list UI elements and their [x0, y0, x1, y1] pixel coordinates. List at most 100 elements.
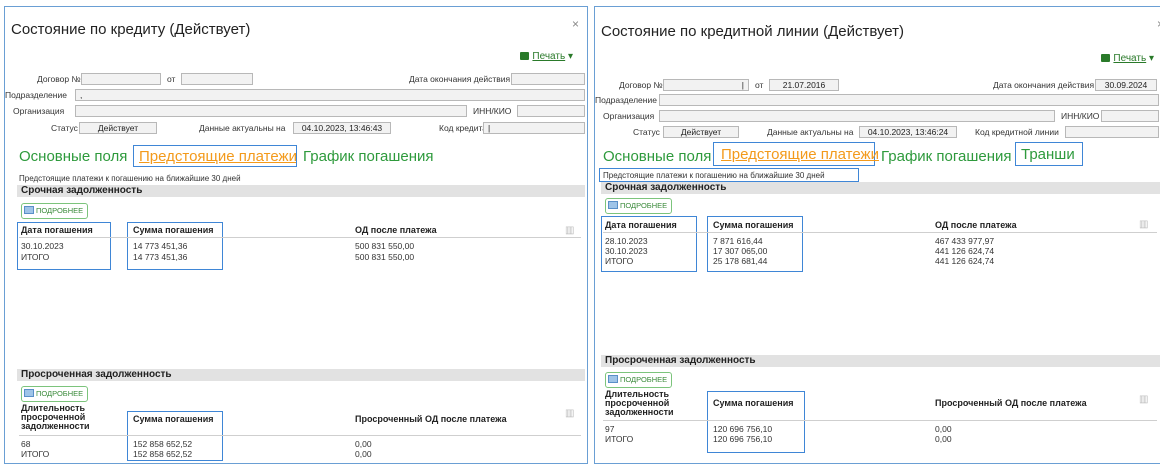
end-date-label: Дата окончания действия — [993, 80, 1095, 90]
cell-balance: 441 126 624,74 — [935, 246, 995, 256]
department-field[interactable]: , — [75, 89, 585, 101]
contract-date-label: от — [167, 74, 176, 84]
column-header-amount[interactable]: Сумма погашения — [133, 415, 214, 424]
status-label: Статус — [51, 123, 78, 133]
details-button[interactable]: ПОДРОБНЕЕ — [605, 198, 673, 214]
column-header-amount[interactable]: Сумма погашения — [713, 399, 794, 408]
cell-duration: ИТОГО — [21, 449, 50, 459]
cell-date: ИТОГО — [605, 256, 634, 266]
actual-date-label: Данные актуальны на — [199, 123, 286, 133]
credit-code-field[interactable]: | — [483, 122, 585, 134]
tab-main-fields[interactable]: Основные поля — [19, 148, 127, 165]
close-icon[interactable]: × — [572, 17, 579, 31]
cell-amount: 120 696 756,10 — [713, 424, 773, 434]
credit-status-dialog: Состояние по кредиту (Действует) × Печат… — [4, 6, 588, 464]
cell-amount: 17 307 065,00 — [713, 246, 768, 256]
column-header-amount[interactable]: Сумма погашения — [133, 226, 214, 235]
column-header-amount[interactable]: Сумма погашения — [713, 221, 794, 230]
cell-amount: 152 858 652,52 — [133, 439, 193, 449]
upcoming-note: Предстоящие платежи к погашению на ближа… — [19, 174, 241, 183]
cell-amount: 14 773 451,36 — [133, 252, 188, 262]
print-label: Печать — [1113, 53, 1147, 64]
overdue-debt-header: Просроченная задолженность — [601, 355, 1160, 367]
print-button[interactable]: Печать ▾ — [1101, 53, 1154, 64]
cell-balance: 500 831 550,00 — [355, 252, 415, 262]
cell-amount: 120 696 756,10 — [713, 434, 773, 444]
columns-icon[interactable]: ▥ — [565, 225, 574, 236]
end-date-field[interactable] — [511, 73, 585, 85]
inn-label: ИНН/КИО — [1061, 111, 1100, 121]
print-button[interactable]: Печать ▾ — [520, 51, 573, 62]
column-header-balance[interactable]: ОД после платежа — [355, 226, 437, 235]
dialog-title: Состояние по кредитной линии (Действует) — [601, 23, 905, 40]
columns-icon[interactable]: ▥ — [565, 408, 574, 419]
organization-field[interactable] — [659, 110, 1055, 122]
overdue-debt-header: Просроченная задолженность — [17, 369, 585, 381]
tab-tranches[interactable]: Транши — [1021, 146, 1075, 163]
details-icon — [608, 201, 618, 209]
cell-duration: 97 — [605, 424, 615, 434]
details-button-label: ПОДРОБНЕЕ — [620, 201, 668, 210]
details-button-label: ПОДРОБНЕЕ — [36, 206, 84, 215]
actual-date-label: Данные актуальны на — [767, 127, 854, 137]
inn-field[interactable] — [1101, 110, 1159, 122]
details-button[interactable]: ПОДРОБНЕЕ — [605, 372, 673, 388]
cell-date: ИТОГО — [21, 252, 50, 262]
tab-upcoming-payments[interactable]: Предстоящие платежи — [721, 146, 879, 163]
contract-number-label: Договор № — [37, 74, 81, 84]
cell-amount: 25 178 681,44 — [713, 256, 768, 266]
cell-amount: 152 858 652,52 — [133, 449, 193, 459]
cell-overdue-balance: 0,00 — [355, 439, 372, 449]
details-button[interactable]: ПОДРОБНЕЕ — [21, 203, 89, 219]
actual-date-field[interactable]: 04.10.2023, 13:46:24 — [859, 126, 957, 138]
cell-duration: 68 — [21, 439, 31, 449]
column-header-overdue-balance[interactable]: Просроченный ОД после платежа — [935, 399, 1087, 408]
details-icon — [24, 389, 34, 397]
credit-line-code-label: Код кредитной линии — [975, 127, 1059, 137]
contract-date-field[interactable]: 21.07.2016 — [769, 79, 839, 91]
inn-field[interactable] — [517, 105, 585, 117]
contract-number-field[interactable]: | — [663, 79, 749, 91]
department-field[interactable] — [659, 94, 1159, 106]
cell-date: 30.10.2023 — [21, 241, 64, 251]
details-button-label: ПОДРОБНЕЕ — [620, 375, 668, 384]
details-icon — [608, 375, 618, 383]
print-label: Печать — [532, 51, 566, 62]
table-divider — [603, 232, 1157, 233]
cell-amount: 7 871 616,44 — [713, 236, 763, 246]
end-date-field[interactable]: 30.09.2024 — [1095, 79, 1157, 91]
status-label: Статус — [633, 127, 660, 137]
highlight-box — [133, 145, 297, 167]
end-date-label: Дата окончания действия — [409, 74, 511, 84]
actual-date-field[interactable]: 04.10.2023, 13:46:43 — [293, 122, 391, 134]
details-icon — [24, 206, 34, 214]
cell-overdue-balance: 0,00 — [355, 449, 372, 459]
table-divider — [19, 435, 581, 436]
column-header-duration[interactable]: Длительность просроченной задолженности — [605, 390, 695, 417]
column-header-balance[interactable]: ОД после платежа — [935, 221, 1017, 230]
dialog-title: Состояние по кредиту (Действует) — [11, 21, 251, 38]
tab-repayment-schedule[interactable]: График погашения — [881, 148, 1012, 165]
status-field[interactable]: Действует — [663, 126, 739, 138]
column-header-date[interactable]: Дата погашения — [605, 221, 677, 230]
column-header-date[interactable]: Дата погашения — [21, 226, 93, 235]
column-header-duration[interactable]: Длительность просроченной задолженности — [21, 404, 111, 431]
credit-line-code-field[interactable] — [1065, 126, 1159, 138]
department-label: Подразделение — [595, 95, 657, 105]
upcoming-note: Предстоящие платежи к погашению на ближа… — [603, 171, 825, 180]
organization-field[interactable] — [75, 105, 467, 117]
column-header-overdue-balance[interactable]: Просроченный ОД после платежа — [355, 415, 507, 424]
columns-icon[interactable]: ▥ — [1139, 219, 1148, 230]
columns-icon[interactable]: ▥ — [1139, 394, 1148, 405]
tab-repayment-schedule[interactable]: График погашения — [303, 148, 434, 165]
contract-number-label: Договор № — [619, 80, 663, 90]
credit-code-label: Код кредита — [439, 123, 488, 133]
details-button[interactable]: ПОДРОБНЕЕ — [21, 386, 89, 402]
status-field[interactable]: Действует — [79, 122, 157, 134]
contract-date-field[interactable] — [181, 73, 253, 85]
cell-overdue-balance: 0,00 — [935, 424, 952, 434]
tab-main-fields[interactable]: Основные поля — [603, 148, 711, 165]
contract-number-field[interactable] — [81, 73, 161, 85]
table-divider — [603, 420, 1157, 421]
urgent-debt-header: Срочная задолженность — [601, 182, 1160, 194]
